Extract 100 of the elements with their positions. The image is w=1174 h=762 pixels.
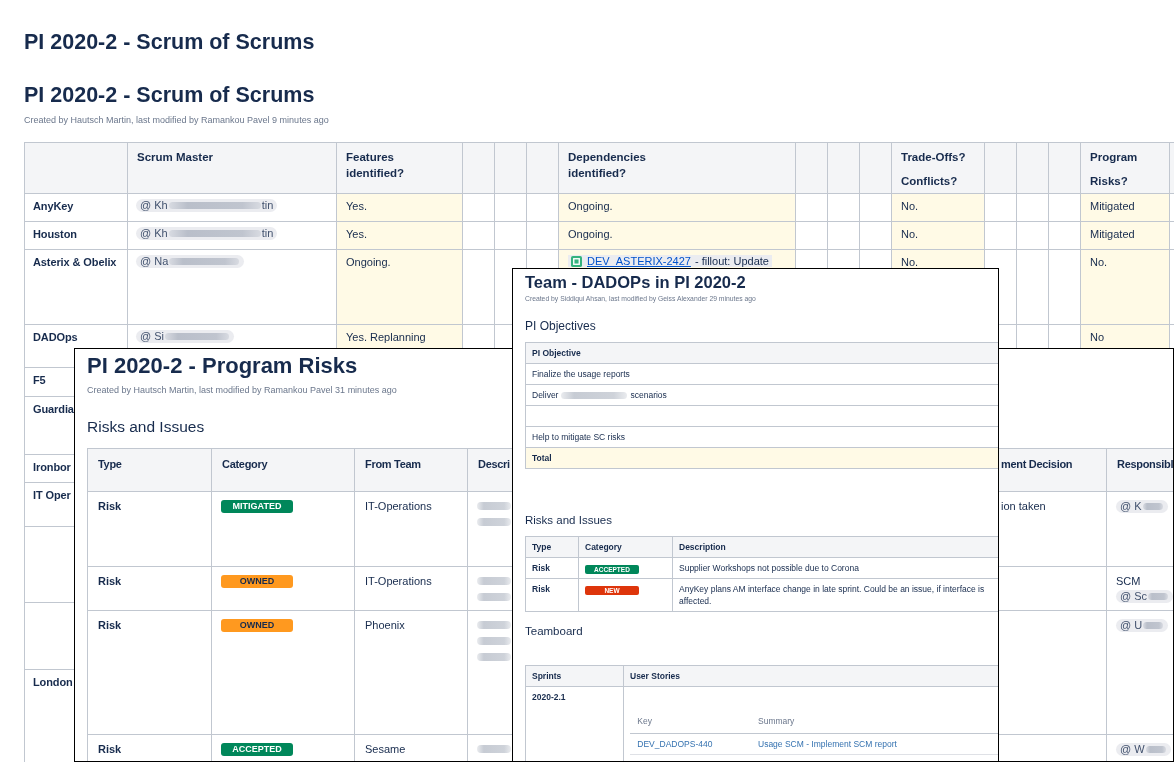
column-header: From Team	[354, 448, 468, 491]
section-heading: Teamboard	[525, 624, 583, 640]
table-cell: Risk	[87, 610, 212, 734]
answer-text: No.	[901, 228, 919, 240]
team-name: DADOps	[33, 331, 78, 343]
team-name: F5	[33, 374, 46, 386]
team-name: Guardia	[33, 403, 74, 415]
mention-link[interactable]: @ W	[1116, 743, 1171, 757]
answer-text: Ongoing.	[568, 228, 613, 240]
objective-text: scenarios	[630, 389, 667, 400]
blurred-patch-icon	[477, 517, 511, 526]
column-header: Category	[211, 448, 355, 491]
blurred-patch-icon	[561, 392, 628, 400]
team-name: Asterix & Obelix	[33, 256, 117, 268]
answer-text: Mitigated	[1090, 200, 1135, 212]
blurred-patch-icon	[477, 636, 511, 645]
blurred-patch-icon	[477, 501, 511, 510]
answer-text: Yes.	[346, 200, 367, 212]
objective-text: Deliver	[532, 389, 559, 400]
answer-text: No.	[901, 256, 919, 268]
blurred-patch-icon	[477, 744, 511, 753]
mention-link[interactable]: @ U	[1116, 619, 1169, 633]
section-heading: PI Objectives	[525, 319, 596, 334]
blurred-patch-icon	[477, 620, 511, 629]
team-name: IT Oper	[33, 489, 71, 501]
answer-text: Mitigated	[1090, 228, 1135, 240]
mention-link[interactable]: @ K	[1116, 500, 1168, 514]
issue-key-link[interactable]: DEV_DADOPS-440	[637, 738, 713, 749]
blurred-patch-icon	[165, 333, 229, 340]
table-cell-text: AnyKey plans AM interface change in late sprint. Could be an issue, if interface is affected.	[679, 583, 986, 608]
answer-text: Yes. Replanning	[346, 331, 426, 343]
team-name: Ironbor	[33, 461, 71, 473]
table-cell: Risk	[87, 566, 212, 610]
table-cell: Finalize the usage reports	[525, 363, 998, 385]
status-badge: MITIGATED	[221, 499, 293, 513]
blurred-patch-icon	[1143, 622, 1164, 630]
column-header: Trade-Offs? Conflicts?	[891, 142, 985, 194]
answer-text: Yes.	[346, 228, 367, 240]
table-cell: IT-Operations	[354, 566, 468, 610]
team-name: AnyKey	[33, 200, 74, 212]
issue-link[interactable]: DEV_ASTERIX-2427 - fillout: Update	[568, 255, 772, 267]
blurred-patch-icon	[168, 230, 261, 237]
answer-text: No.	[901, 200, 919, 212]
column-header: Type	[87, 448, 212, 491]
column-header: User Stories	[623, 665, 998, 687]
column-header: Sprints	[525, 665, 624, 687]
page-title: PI 2020-2 - Scrum of Scrums	[24, 82, 315, 108]
table-cell: Risk	[87, 734, 212, 761]
column-header: Responsibl	[1106, 448, 1173, 491]
answer-text: No	[1090, 331, 1105, 343]
status-badge: OWNED	[221, 618, 293, 632]
blurred-patch-icon	[1148, 593, 1169, 601]
column-header: Dependencies identified?	[558, 142, 796, 194]
table-cell: IT-Operations	[354, 491, 468, 566]
page-byline: Created by Hautsch Martin, last modified by Ramankou Pavel 31 minutes ago	[87, 384, 397, 396]
page-title: Team - DADOPs in PI 2020-2	[525, 272, 746, 292]
column-header: Features identified?	[336, 142, 463, 194]
column-header: Description	[672, 536, 998, 558]
section-heading: Risks and Issues	[525, 513, 612, 529]
mention-link[interactable]: @ Kh tin	[136, 199, 278, 212]
blurred-patch-icon	[477, 652, 511, 661]
column-header: Category	[578, 536, 673, 558]
table-cell: Risk	[525, 578, 579, 612]
table-cell-text: Supplier Workshops not possible due to Corona	[679, 562, 860, 575]
column-header: Descri	[478, 457, 510, 470]
page-byline: Created by Hautsch Martin, last modified by Ramankou Pavel 9 minutes ago	[24, 114, 329, 126]
page-title: PI 2020-2 - Scrum of Scrums	[24, 29, 315, 55]
column-header: Key	[630, 709, 750, 734]
page-title: PI 2020-2 - Program Risks	[87, 353, 358, 379]
column-header: Program Risks?	[1080, 142, 1170, 194]
team-name: SCM	[1116, 574, 1141, 587]
mention-link[interactable]: @ Kh tin	[136, 227, 278, 240]
table-cell: Total	[525, 447, 998, 469]
status-badge: ACCEPTED	[221, 742, 293, 756]
team-name: London	[33, 676, 73, 688]
blurred-patch-icon	[168, 202, 261, 209]
table-cell: 2020-2.1	[525, 686, 624, 761]
table-cell: Phoenix	[354, 610, 468, 734]
answer-text: No.	[1090, 256, 1108, 268]
table-cell: Risk	[87, 491, 212, 566]
mention-link[interactable]: @ Sc	[1116, 590, 1173, 604]
status-badge: OWNED	[221, 574, 293, 588]
blurred-patch-icon	[169, 258, 240, 265]
team-name: Houston	[33, 228, 77, 240]
blurred-patch-icon	[477, 592, 511, 601]
column-header: Type	[525, 536, 579, 558]
answer-text: Ongoing.	[568, 200, 613, 212]
blurred-patch-icon	[1142, 503, 1163, 511]
blurred-patch-icon	[1145, 746, 1166, 754]
section-heading: Risks and Issues	[87, 417, 205, 437]
issue-summary-link[interactable]: Usage SCM - Implement SCM report	[758, 738, 897, 749]
answer-text: Ongoing.	[346, 256, 391, 268]
column-header: Summary	[750, 709, 998, 734]
blurred-patch-icon	[477, 576, 511, 585]
column-header: PI Objective	[525, 342, 998, 364]
table-cell: Help to mitigate SC risks	[525, 426, 998, 448]
table-cell: Risk	[525, 557, 579, 579]
column-header: Scrum Master	[127, 142, 337, 194]
mention-link[interactable]: @ Na	[136, 255, 245, 268]
mention-link[interactable]: @ Si	[136, 330, 234, 343]
